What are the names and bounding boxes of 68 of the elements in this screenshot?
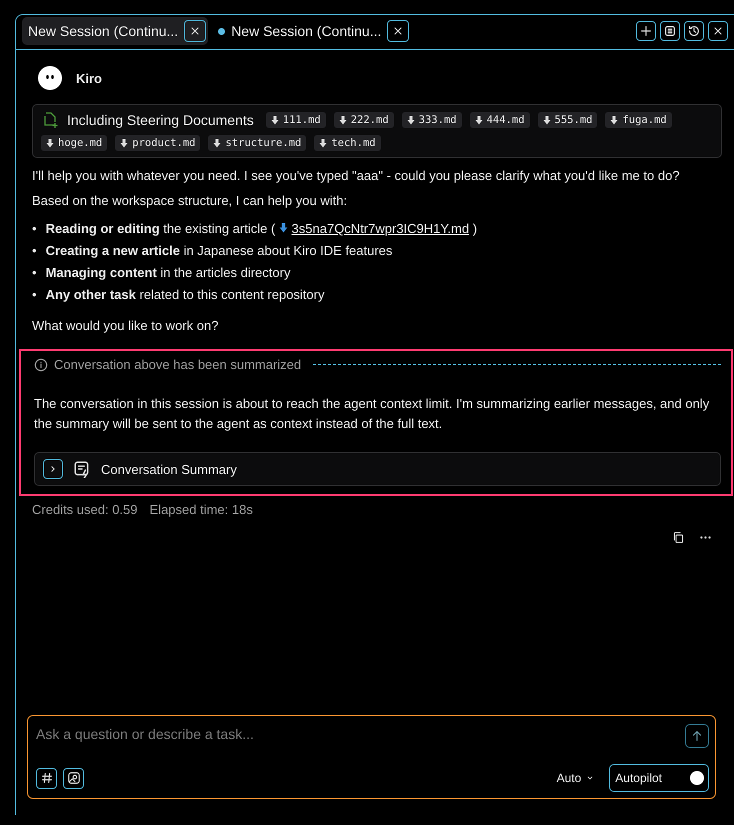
- close-button[interactable]: [708, 21, 728, 41]
- close-icon[interactable]: [387, 20, 410, 42]
- message-text: I'll help you with whatever you need. I see you've typed "aaa" - could you please clarify what you'd like me to do?: [32, 168, 681, 183]
- bullet-mark: •: [32, 286, 37, 304]
- file-chip[interactable]: hoge.md: [41, 135, 108, 151]
- plus-icon: [639, 24, 653, 38]
- session-tab[interactable]: New Session (Continu...: [212, 17, 412, 45]
- download-icon: [120, 138, 128, 148]
- session-tab[interactable]: New Session (Continu...: [22, 17, 208, 45]
- message-text: What would you like to work on?: [32, 318, 220, 333]
- file-chip[interactable]: tech.md: [314, 135, 381, 151]
- download-icon: [278, 223, 288, 233]
- new-session-button[interactable]: [636, 21, 656, 41]
- stat-text: Elapsed time: 18s: [150, 502, 253, 517]
- context-button[interactable]: [36, 768, 57, 788]
- summary-text: The conversation in this session is about to reach the agent context limit. I'm summarizing earlier messages, and only the summary will be sent to the agent as context instead of the full text.: [34, 395, 710, 433]
- list-item: Any other task related to this content repository: [46, 286, 324, 304]
- hash-icon: [40, 771, 54, 785]
- history-icon: [687, 24, 701, 38]
- steering-label: Including Steering Documents: [67, 112, 254, 128]
- info-icon: [34, 358, 48, 372]
- expand-button[interactable]: [43, 459, 63, 479]
- autopilot-toggle[interactable]: Autopilot: [609, 764, 709, 792]
- download-icon: [474, 116, 483, 124]
- avatar-icon: [38, 66, 62, 90]
- summary-icon: [73, 460, 91, 478]
- image-icon: [66, 771, 80, 785]
- send-button[interactable]: [685, 724, 709, 748]
- bullet-mark: •: [32, 220, 37, 238]
- download-icon: [213, 138, 222, 148]
- bullet-mark: •: [32, 264, 37, 282]
- file-chip[interactable]: 222.md: [334, 112, 394, 128]
- file-chip[interactable]: 555.md: [538, 112, 598, 128]
- list-item: Creating a new article in Japanese about Kiro IDE features: [46, 242, 392, 260]
- model-dropdown[interactable]: Auto: [550, 770, 602, 786]
- history-button[interactable]: [684, 21, 704, 41]
- file-chip[interactable]: product.md: [115, 135, 200, 151]
- file-link[interactable]: 3s5na7QcNtr7wpr3IC9H1Y.md: [292, 221, 470, 236]
- download-icon: [542, 116, 551, 124]
- file-chip[interactable]: structure.md: [208, 135, 306, 151]
- bullet-mark: •: [32, 242, 37, 260]
- summary-title: Conversation Summary: [101, 462, 237, 476]
- list-item: Managing content in the articles directory: [46, 264, 290, 282]
- file-chip[interactable]: 444.md: [470, 112, 530, 128]
- list-button[interactable]: [660, 21, 680, 41]
- download-icon: [610, 116, 618, 124]
- author-name: Kiro: [76, 70, 102, 86]
- arrow-up-icon: [690, 729, 704, 743]
- summary-notice: Conversation above has been summarized: [54, 357, 302, 372]
- download-icon: [270, 116, 279, 124]
- message-text: Based on the workspace structure, I can help you with:: [32, 193, 348, 208]
- file-chip[interactable]: 333.md: [402, 112, 462, 128]
- file-chip[interactable]: fuga.md: [605, 112, 672, 128]
- image-button[interactable]: [63, 768, 84, 788]
- close-icon[interactable]: [184, 20, 206, 42]
- download-icon: [319, 138, 328, 148]
- list-item: Reading or editing the existing article ( 3s5na7QcNtr7wpr3IC9H1Y.md ): [46, 220, 478, 238]
- download-icon: [406, 116, 415, 124]
- x-mark-icon: [189, 25, 202, 37]
- download-icon: [338, 116, 347, 124]
- file-chip[interactable]: 111.md: [266, 112, 326, 128]
- x-mark-icon: [392, 25, 404, 37]
- close-icon: [712, 25, 724, 37]
- list-icon: [663, 24, 677, 38]
- stat-text: Credits used: 0.59: [32, 502, 138, 517]
- download-icon: [46, 138, 54, 148]
- chat-input[interactable]: Ask a question or describe a task... Auto Autopilot: [27, 715, 716, 799]
- unsaved-dot: [218, 28, 226, 34]
